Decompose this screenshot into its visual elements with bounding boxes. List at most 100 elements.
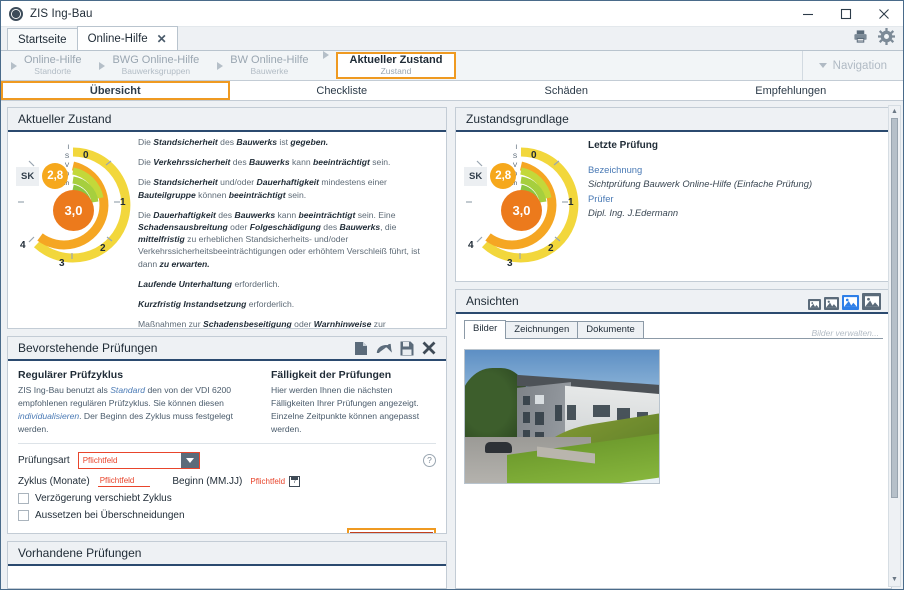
- panel-bevorstehende-pruefungen: Bevorstehende Prüfungen Regulärer Prüfzy…: [7, 336, 447, 534]
- building-photo[interactable]: [464, 349, 660, 484]
- tab-label: Online-Hilfe: [87, 32, 148, 45]
- subtab-bilder[interactable]: Bilder: [464, 320, 507, 339]
- tab-startseite[interactable]: Startseite: [7, 28, 78, 50]
- link-standard[interactable]: Standard: [110, 385, 145, 395]
- bilder-verwalten-link[interactable]: Bilder verwalten...: [811, 328, 879, 338]
- statement-3: Die Standsicherheit und/oder Dauerhaftig…: [138, 177, 387, 200]
- breadcrumb-item-aktueller-zustand[interactable]: Aktueller Zustand Zustand: [335, 52, 457, 79]
- pruefungsart-select[interactable]: Pflichtfeld: [77, 451, 200, 469]
- tab-empfehlungen[interactable]: Empfehlungen: [679, 81, 904, 100]
- checkbox-aussetzen[interactable]: [18, 509, 29, 521]
- panel-header: Bevorstehende Prüfungen: [8, 337, 446, 361]
- panel-body: I S V D Sch SK 2,8 3,0 0 1 2: [456, 132, 891, 281]
- work-area: Aktueller Zustand I S V SK 2,8 3,0 0 1 2…: [1, 101, 903, 589]
- breadcrumb-item-bw-online-hilfe[interactable]: BW Online-Hilfe Bauwerke: [207, 51, 316, 80]
- tab-schaeden[interactable]: Schäden: [454, 81, 679, 100]
- help-icon[interactable]: ?: [423, 453, 436, 467]
- pruefungsart-label: Prüfungsart: [18, 454, 70, 466]
- calendar-icon[interactable]: [289, 475, 301, 487]
- section-tab-bar: Übersicht Checkliste Schäden Empfehlunge…: [1, 81, 903, 101]
- section-tab-label: Empfehlungen: [755, 84, 827, 97]
- column-text: ZIS Ing-Bau benutzt als Standard den von…: [18, 385, 233, 434]
- gear-icon[interactable]: [878, 28, 895, 50]
- panel-title: Zustandsgrundlage: [466, 112, 569, 126]
- gauge-tick-3: 3: [507, 258, 513, 269]
- pruefungsart-value: Pflichtfeld: [82, 455, 118, 465]
- column-faelligkeit: Fälligkeit der Prüfungen Hier werden Ihn…: [271, 369, 436, 436]
- navigation-button[interactable]: Navigation: [803, 51, 903, 80]
- section-tab-label: Schäden: [544, 84, 588, 97]
- chevron-down-icon[interactable]: [180, 452, 199, 468]
- scroll-down-icon[interactable]: ▼: [891, 574, 898, 586]
- panel-header: Vorhandene Prüfungen: [8, 542, 446, 566]
- new-document-icon[interactable]: [354, 341, 368, 356]
- checkbox-label: Verzögerung verschiebt Zyklus: [35, 492, 172, 504]
- tab-strip: Startseite Online-Hilfe ✕: [1, 26, 903, 51]
- zyklus-input[interactable]: Pflichtfeld: [97, 476, 151, 487]
- panel-aktueller-zustand: Aktueller Zustand I S V SK 2,8 3,0 0 1 2…: [7, 107, 447, 329]
- field-row-zyklus-beginn: Zyklus (Monate) Pflichtfeld Beginn (MM.J…: [18, 475, 436, 487]
- image-size-xlarge-icon[interactable]: [862, 292, 881, 310]
- gauge-tick-0: 0: [531, 150, 537, 161]
- chevron-right-icon: [217, 61, 224, 70]
- tab-checkliste[interactable]: Checkliste: [230, 81, 455, 100]
- checkbox-row-verzoegerung[interactable]: Verzögerung verschiebt Zyklus: [18, 492, 436, 504]
- close-icon[interactable]: [422, 341, 436, 355]
- left-column: Aktueller Zustand I S V SK 2,8 3,0 0 1 2…: [7, 107, 447, 589]
- close-button[interactable]: [865, 1, 903, 27]
- beginn-label: Beginn (MM.JJ): [172, 475, 243, 487]
- undo-icon[interactable]: [376, 341, 392, 356]
- link-individualisieren[interactable]: individualisieren: [18, 411, 79, 421]
- field-row-pruefungsart: Prüfungsart Pflichtfeld ?: [18, 451, 436, 469]
- close-icon[interactable]: ✕: [157, 33, 167, 45]
- subtab-dokumente[interactable]: Dokumente: [577, 321, 644, 338]
- tab-label: Startseite: [18, 33, 67, 46]
- section-tab-label: Übersicht: [89, 84, 141, 97]
- minimize-button[interactable]: [789, 1, 827, 27]
- vertical-scrollbar[interactable]: ▲ ▼: [888, 105, 901, 587]
- scroll-up-icon[interactable]: ▲: [891, 106, 898, 118]
- zyklus-entfernen-button[interactable]: Zyklus entfernen: [350, 531, 433, 533]
- letzte-pruefung-heading: Letzte Prüfung: [588, 140, 658, 151]
- scrollbar-track[interactable]: [889, 118, 900, 574]
- statement-7: Maßnahmen zur Schadensbeseitigung oder W…: [138, 319, 386, 329]
- statement-5: Laufende Unterhaltung erforderlich.: [138, 278, 280, 289]
- gauge-tick-0: 0: [83, 150, 89, 161]
- beginn-input[interactable]: Pflichtfeld: [250, 477, 285, 486]
- gauge-center-value: 3,0: [53, 190, 94, 231]
- panel-title: Aktueller Zustand: [18, 112, 112, 126]
- save-icon[interactable]: [400, 341, 414, 356]
- field-key-pruefer: Prüfer: [588, 192, 614, 204]
- scrollbar-thumb[interactable]: [891, 118, 898, 498]
- maximize-button[interactable]: [827, 1, 865, 27]
- breadcrumb-item-bwg-online-hilfe[interactable]: BWG Online-Hilfe Bauwerksgruppen: [89, 51, 207, 80]
- statement-1: Die Standsicherheit des Bauwerks ist geg…: [138, 137, 329, 147]
- window-title: ZIS Ing-Bau: [30, 7, 93, 20]
- tab-uebersicht[interactable]: Übersicht: [1, 81, 230, 100]
- statement-6: Kurzfristig Instandsetzung erforderlich.: [138, 299, 295, 310]
- panel-header: Aktueller Zustand: [8, 108, 446, 132]
- printer-icon[interactable]: [853, 29, 868, 49]
- image-size-small-icon[interactable]: [808, 298, 821, 310]
- panel-toolbar: [354, 341, 436, 356]
- chevron-right-icon: [11, 61, 17, 70]
- field-key-bezeichnung: Bezeichnung: [588, 163, 643, 175]
- checkbox-row-aussetzen[interactable]: Aussetzen bei Überschneidungen: [18, 509, 436, 521]
- photo-car: [485, 442, 512, 453]
- subtab-zeichnungen[interactable]: Zeichnungen: [505, 321, 579, 338]
- breadcrumb-sub: Standorte: [34, 65, 72, 76]
- panel-body: Bilder Zeichnungen Dokumente Bilder verw…: [456, 314, 891, 588]
- chevron-right-icon: [99, 61, 106, 70]
- sk-indicator: SK 2,8: [464, 163, 517, 189]
- tab-online-hilfe[interactable]: Online-Hilfe ✕: [76, 26, 178, 50]
- divider: [18, 442, 436, 444]
- image-size-medium-icon[interactable]: [824, 296, 839, 310]
- breadcrumb-item-online-hilfe[interactable]: Online-Hilfe Standorte: [1, 51, 89, 80]
- remove-cycle-row: Zyklus entfernen: [18, 527, 436, 533]
- panel-header: Ansichten: [456, 290, 891, 314]
- zyklus-label: Zyklus (Monate): [18, 475, 90, 487]
- image-size-large-icon[interactable]: [842, 294, 859, 310]
- panel-zustandsgrundlage: Zustandsgrundlage I S V SK 2,8 3,0 0 1 2…: [455, 107, 892, 282]
- checkbox-verzoegerung[interactable]: [18, 492, 29, 504]
- checkbox-label: Aussetzen bei Überschneidungen: [35, 509, 185, 521]
